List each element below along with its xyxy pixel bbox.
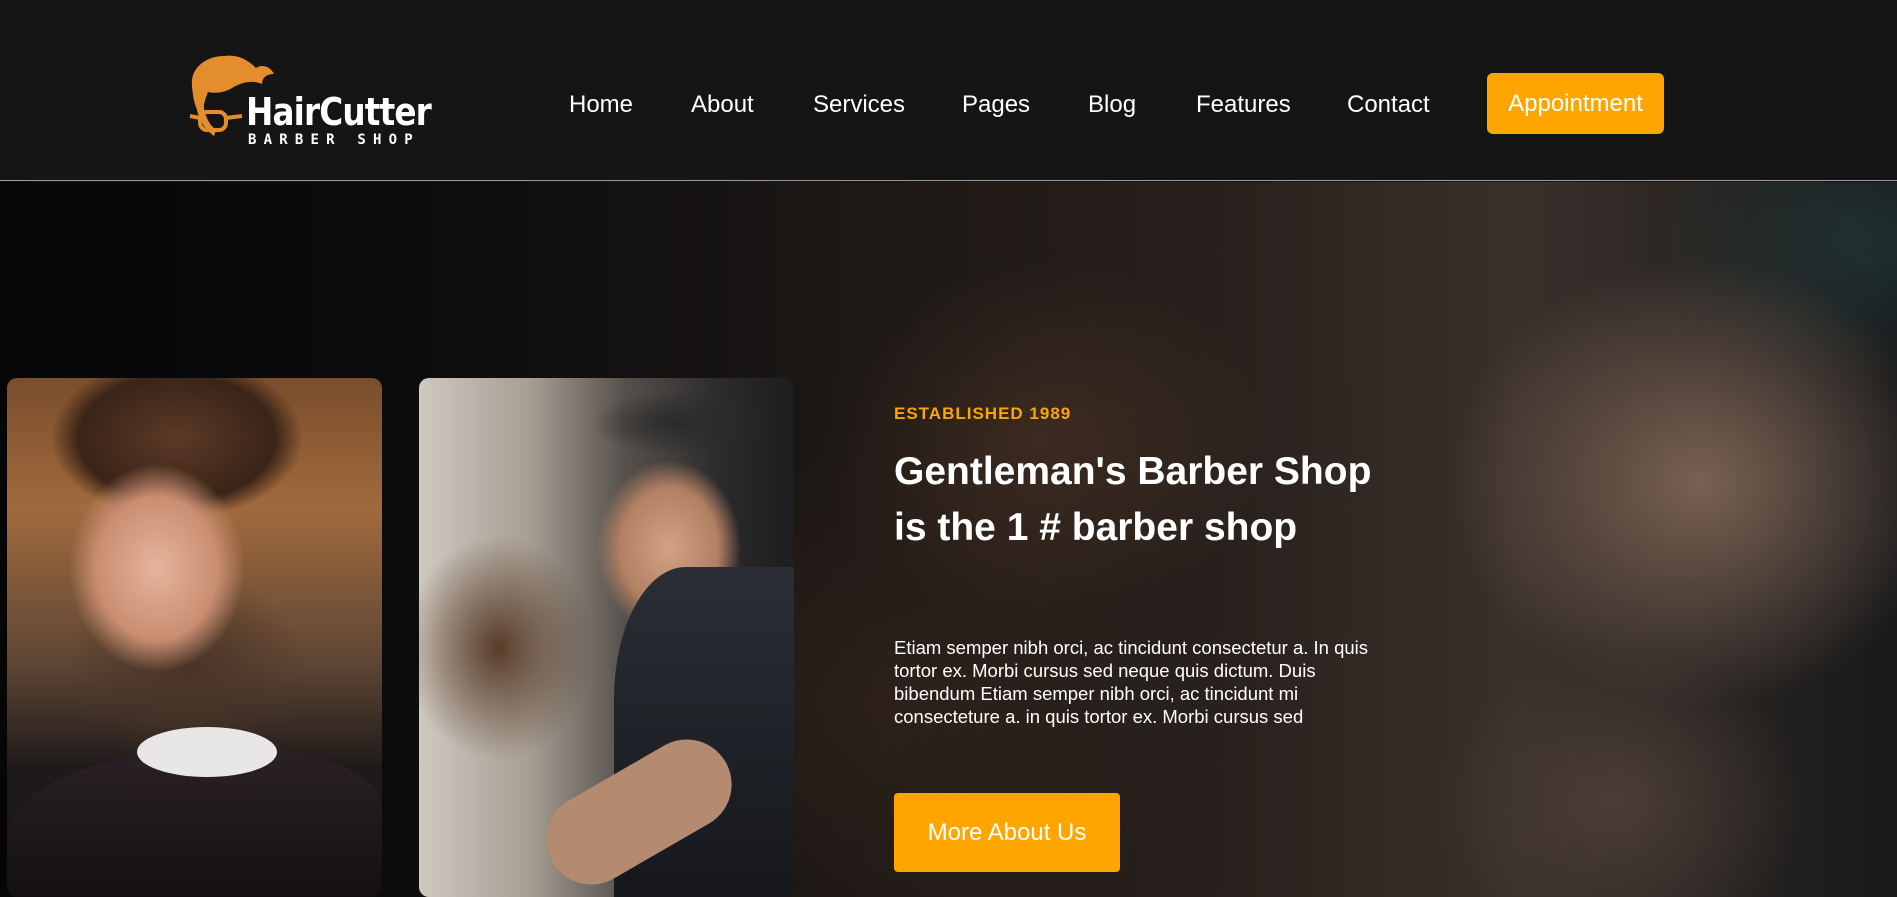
cape-collar <box>137 727 277 777</box>
more-about-us-button[interactable]: More About Us <box>894 793 1120 872</box>
hero-description: Etiam semper nibh orci, ac tincidunt con… <box>894 637 1369 727</box>
nav-item-features[interactable]: Features <box>1196 88 1291 122</box>
nav-item-pages[interactable]: Pages <box>962 88 1030 122</box>
hero-section: ESTABLISHED 1989 Gentleman's Barber Shop… <box>0 182 1897 897</box>
logo-name: HairCutter <box>246 90 432 134</box>
nav-item-about[interactable]: About <box>691 88 754 122</box>
barber-photo-cutting-hair <box>419 378 794 897</box>
hero-eyebrow: ESTABLISHED 1989 <box>894 404 1072 423</box>
hero-headline: Gentleman's Barber Shop is the 1 # barbe… <box>894 450 1372 549</box>
nav-item-services[interactable]: Services <box>813 88 905 122</box>
nav-item-home[interactable]: Home <box>569 88 633 122</box>
nav-item-blog[interactable]: Blog <box>1088 88 1136 122</box>
appointment-button[interactable]: Appointment <box>1487 73 1664 134</box>
logo-tagline: BARBER SHOP <box>248 132 420 148</box>
barber-photo-client-styling <box>7 378 382 897</box>
nav-item-contact[interactable]: Contact <box>1347 88 1430 122</box>
logo[interactable]: HairCutter BARBER SHOP <box>186 50 432 154</box>
site-header: HairCutter BARBER SHOP Home About Servic… <box>0 0 1897 181</box>
